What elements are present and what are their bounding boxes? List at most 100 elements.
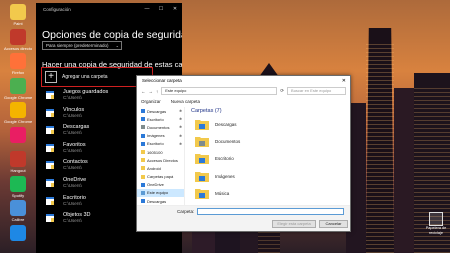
back-icon[interactable]: ← <box>141 89 146 94</box>
pin-icon: ✱ <box>179 125 182 130</box>
folder-icon <box>141 182 145 187</box>
recycle-bin-label: Papelera de reciclaje <box>425 226 447 235</box>
nav-pane-item[interactable]: 1605100 <box>137 148 184 156</box>
maximize-button[interactable]: ☐ <box>154 5 168 14</box>
desktop-icon[interactable]: Firefox <box>4 53 32 75</box>
nav-pane-item[interactable]: Imágenes ✱ <box>137 132 184 140</box>
folder-icon <box>141 109 145 114</box>
nav-pane-item[interactable]: Accesos Directos <box>137 156 184 164</box>
pin-icon: ✱ <box>179 133 182 138</box>
desktop-icon[interactable] <box>4 224 32 242</box>
app-icon <box>10 102 26 118</box>
nav-pane-label: OneDrive <box>147 182 164 188</box>
new-folder-button[interactable]: Nueva carpeta <box>171 99 200 104</box>
desktop-icon[interactable]: Spotify <box>4 175 32 198</box>
minimize-button[interactable]: — <box>140 5 154 14</box>
select-folder-button[interactable]: Elegir esta carpeta <box>272 220 316 228</box>
nav-pane-item[interactable]: Android <box>137 164 184 172</box>
nav-pane-item[interactable]: OneDrive <box>137 181 184 189</box>
dialog-title-bar: Seleccionar carpeta ✕ <box>137 76 350 86</box>
cancel-button[interactable]: Cancelar <box>319 220 348 228</box>
desktop-icon-label: Firefox <box>11 70 25 75</box>
page-title: Opciones de copia de seguridad <box>42 29 182 41</box>
nav-pane-label: Escritorio <box>147 141 164 147</box>
folder-name-input[interactable] <box>197 208 344 215</box>
nav-pane-item[interactable]: Escritorio ✱ <box>137 115 184 123</box>
pin-icon: ✱ <box>179 141 182 146</box>
close-button[interactable]: ✕ <box>168 5 182 14</box>
folder-label: Escritorio <box>215 156 234 162</box>
up-icon[interactable]: ↑ <box>156 89 158 94</box>
folder-icon <box>46 108 54 117</box>
folder-icon <box>195 154 209 165</box>
close-icon[interactable]: ✕ <box>342 76 346 86</box>
folder-item[interactable]: Descargas <box>189 116 349 133</box>
nav-pane-item[interactable]: Escritorio ✱ <box>137 140 184 148</box>
app-icon <box>10 4 26 20</box>
plus-icon: + <box>45 71 57 83</box>
nav-pane-label: 1605100 <box>147 149 163 155</box>
desktop-icon-label: Google Chrome <box>4 94 32 100</box>
app-icon <box>10 151 26 167</box>
search-input[interactable]: Buscar en Este equipo <box>287 87 346 95</box>
nav-pane-item[interactable]: Carpetas papá <box>137 173 184 181</box>
folder-icon <box>141 125 145 130</box>
folder-icon <box>141 199 145 204</box>
address-bar[interactable]: Este equipo <box>161 87 278 95</box>
folder-icon <box>141 141 145 146</box>
nav-pane-item[interactable]: Descargas ✱ <box>137 107 184 115</box>
nav-pane-item[interactable]: Documentos ✱ <box>137 123 184 131</box>
desktop-icon-label: Calibre <box>11 217 25 222</box>
app-icon <box>10 28 26 45</box>
app-icon <box>10 77 26 94</box>
folder-item[interactable]: Imágenes <box>189 168 349 185</box>
desktop-icons: Paint Accesos directos Firefox Google Ch… <box>0 0 36 253</box>
desktop-icon[interactable]: Google Chrome <box>4 77 32 100</box>
organize-button[interactable]: Organizar <box>141 99 161 104</box>
address-text: Este equipo <box>165 88 187 93</box>
app-icon <box>10 200 26 216</box>
keep-backups-dropdown[interactable]: Para siempre (predeterminado) ⌄ <box>42 41 122 50</box>
folder-label: Música <box>215 190 230 196</box>
refresh-icon[interactable]: ⟳ <box>280 88 284 94</box>
folder-icon <box>195 188 209 199</box>
folder-icon <box>46 196 54 205</box>
nav-pane-item[interactable]: Este equipo <box>137 188 184 198</box>
folder-icon <box>46 178 54 187</box>
nav-pane-label: Escritorio <box>147 116 164 122</box>
folder-icon <box>141 150 145 155</box>
folder-icon <box>141 174 145 179</box>
desktop-icon[interactable] <box>4 126 32 144</box>
app-icon <box>10 53 26 69</box>
section-header[interactable]: Carpetas (7) <box>189 107 349 116</box>
pin-icon: ✱ <box>179 117 182 122</box>
folder-icon <box>46 143 54 152</box>
nav-pane-label: Accesos Directos <box>147 157 178 163</box>
folder-label: Documentos <box>215 139 241 145</box>
desktop-icon[interactable]: Accesos directos <box>4 28 32 51</box>
folder-icon <box>46 214 54 223</box>
app-icon <box>10 126 26 143</box>
dialog-title: Seleccionar carpeta <box>142 78 182 83</box>
desktop-icon-label: Google Chrome Canary <box>4 119 32 124</box>
folder-item[interactable]: Documentos <box>189 133 349 150</box>
chevron-down-icon: ⌄ <box>115 43 119 48</box>
dialog-toolbar: Organizar Nueva carpeta <box>137 96 350 106</box>
select-folder-dialog: Seleccionar carpeta ✕ ← → ↑ Este equipo … <box>136 75 351 232</box>
folder-item[interactable]: Música <box>189 185 349 202</box>
desktop-icon[interactable]: Paint <box>4 4 32 26</box>
nav-pane-label: Android <box>147 165 161 171</box>
recycle-bin-icon[interactable]: Papelera de reciclaje <box>421 212 450 235</box>
nav-pane-label: Descargas <box>147 198 167 204</box>
desktop-icon[interactable]: Google Chrome Canary <box>4 102 32 124</box>
folder-item[interactable]: Escritorio <box>189 150 349 167</box>
nav-pane-label: Imágenes <box>147 133 165 139</box>
nav-pane-label: Este equipo <box>147 190 169 196</box>
desktop-icon-label: Paint <box>13 21 23 26</box>
desktop-icon-label: Accesos directos <box>4 45 32 51</box>
forward-icon[interactable]: → <box>149 89 154 94</box>
desktop-icon[interactable]: Hangout <box>4 151 32 173</box>
desktop-icon[interactable]: Calibre <box>4 200 32 222</box>
folder-icon <box>195 137 209 148</box>
folder-icon <box>46 161 54 170</box>
